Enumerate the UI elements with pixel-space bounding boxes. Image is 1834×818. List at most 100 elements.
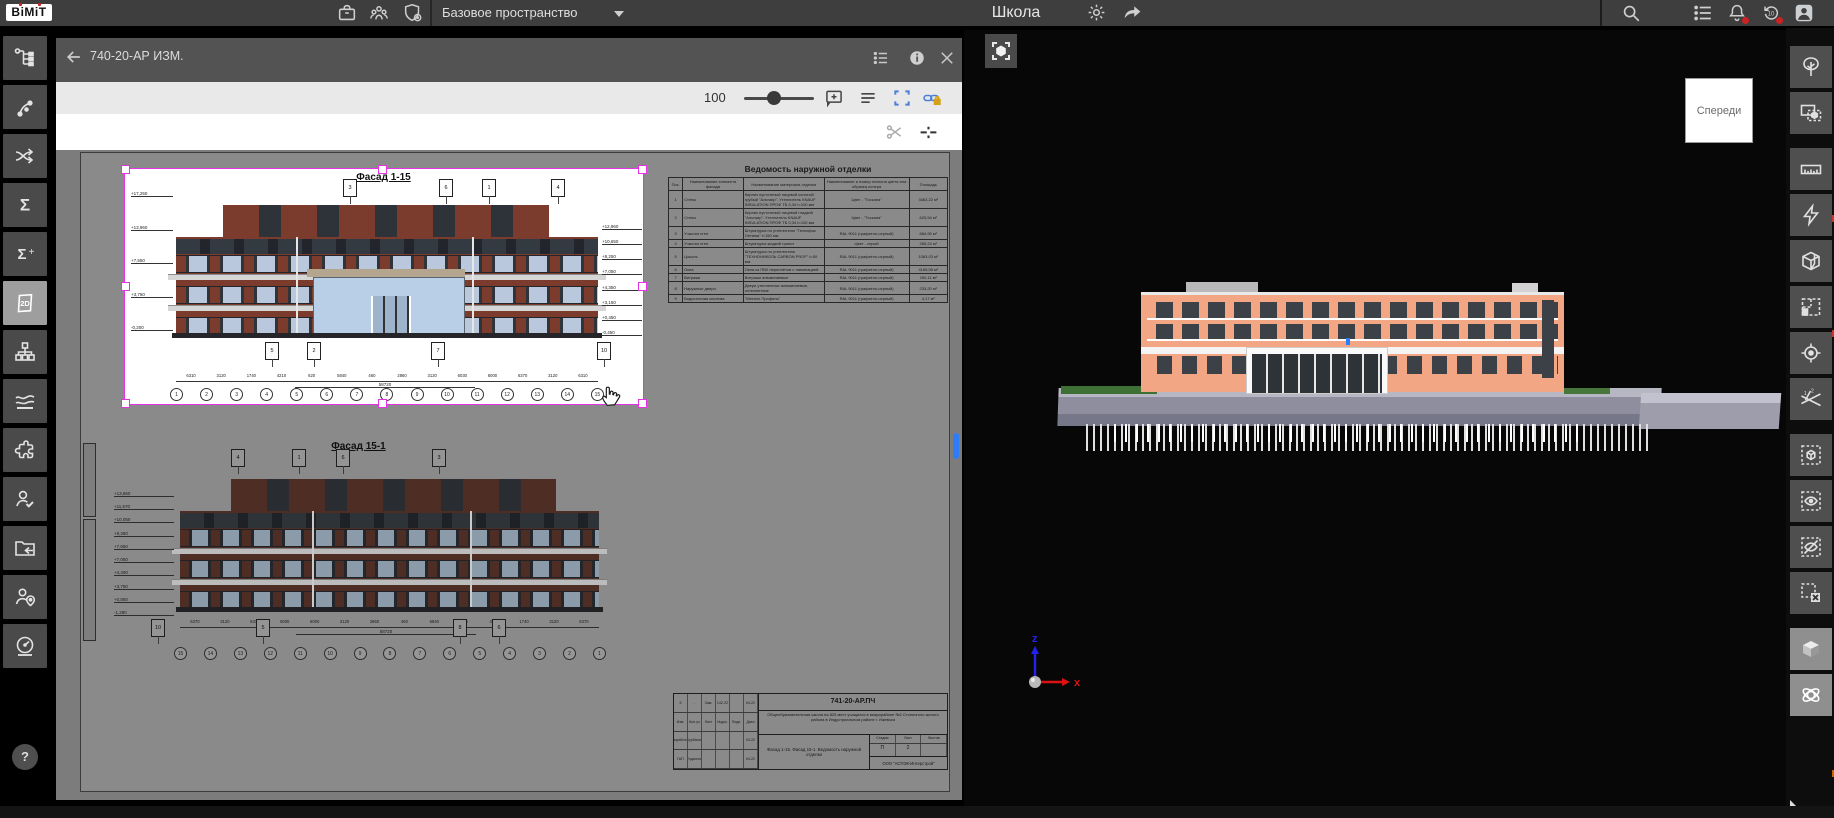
info-icon[interactable]: [908, 49, 926, 67]
tool-flash[interactable]: [1790, 194, 1832, 236]
tool-show[interactable]: [1790, 480, 1832, 522]
sheet-list-icon[interactable]: [872, 49, 890, 67]
bell-icon[interactable]: [1726, 2, 1748, 24]
sidebar-item-sum[interactable]: Σ: [3, 183, 47, 227]
detail-callout: 4: [551, 179, 565, 197]
dimension-value: 460: [357, 373, 387, 381]
close-icon[interactable]: [938, 49, 956, 67]
detail-callout: 10: [151, 619, 165, 637]
table-row: 3Участки стенШтукатурка по утеплителю "Т…: [669, 227, 948, 240]
grid-bubble: 6: [320, 388, 333, 401]
view-orientation-label[interactable]: Спереди: [1685, 78, 1753, 143]
search-icon[interactable]: [1620, 2, 1642, 24]
orbit-icon: [1799, 683, 1823, 707]
tool-orbit[interactable]: [1790, 674, 1832, 716]
tool-ruler[interactable]: [1790, 148, 1832, 190]
add-comment-icon[interactable]: [824, 88, 844, 108]
selection-region[interactable]: Фасад 1-15: [124, 168, 644, 405]
back-icon[interactable]: [64, 47, 84, 67]
viewer-subtoolbar: [56, 114, 962, 150]
sidebar-item-user-check[interactable]: [3, 477, 47, 521]
link-lock-icon[interactable]: [922, 88, 942, 108]
title-block-cell: [730, 732, 744, 750]
selection-handle-nw[interactable]: [121, 165, 130, 174]
grid-bubble: 1: [170, 388, 183, 401]
selection-handle-ne[interactable]: [638, 165, 647, 174]
sidebar-item-sum-plus[interactable]: Σ+: [3, 232, 47, 276]
sidebar-item-gauge[interactable]: [3, 624, 47, 668]
selection-handle-n[interactable]: [378, 165, 387, 174]
table-cell: Цвет - "Тоскана": [824, 191, 909, 209]
team-icon[interactable]: [368, 2, 390, 24]
table-cell: 285,24 м²: [909, 240, 947, 248]
tool-shaded-cube[interactable]: [1790, 628, 1832, 670]
sidebar-item-user-location[interactable]: [3, 575, 47, 619]
stage-value: П: [870, 744, 896, 756]
fit-screen-icon[interactable]: [892, 88, 912, 108]
detail-callout: 8: [453, 619, 467, 637]
viewer-scrollbar-thumb[interactable]: [953, 433, 959, 459]
chevron-down-icon[interactable]: [614, 11, 624, 17]
sidebar-item-structure-tree[interactable]: [3, 36, 47, 80]
dimension-value: 3120: [417, 373, 447, 381]
selection-handle-e[interactable]: [638, 282, 647, 291]
grid-bubble: 12: [501, 388, 514, 401]
document-title: 740-20-АР ИЗМ.: [90, 38, 184, 75]
title-block-cell: [730, 750, 744, 768]
sidebar-item-folder-import[interactable]: [3, 526, 47, 570]
briefcase-icon[interactable]: [336, 2, 358, 24]
zoom-level[interactable]: 100: [704, 82, 726, 114]
tool-clear-selection[interactable]: [1790, 572, 1832, 614]
table-row: 9Водосточная система"Металл Профиль"RAL …: [669, 295, 948, 303]
elevation-mark: +0,850: [114, 597, 174, 603]
tool-nature[interactable]: [1790, 46, 1832, 88]
title-block-cell: Дата: [744, 713, 758, 731]
tool-grid-axes[interactable]: 12: [1790, 378, 1832, 420]
sidebar-item-connections[interactable]: [3, 85, 47, 129]
sidebar-item-plugins[interactable]: [3, 428, 47, 472]
selection-handle-sw[interactable]: [121, 399, 130, 408]
sidebar-item-view-2d[interactable]: 2D: [3, 281, 47, 325]
help-button[interactable]: ?: [12, 744, 38, 770]
sidebar-item-org-chart[interactable]: [3, 330, 47, 374]
tool-section-cube[interactable]: [1790, 240, 1832, 282]
zoom-slider[interactable]: [744, 97, 814, 100]
account-icon[interactable]: [1793, 2, 1815, 24]
selection-handle-se[interactable]: [638, 399, 647, 408]
workspace-selector[interactable]: Базовое пространство: [442, 0, 578, 26]
right-sidebar: 12: [1786, 28, 1834, 818]
zoom-slider-thumb[interactable]: [767, 91, 781, 105]
title-block-cell: 04.22: [744, 694, 758, 712]
layers-menu-icon[interactable]: [858, 88, 878, 108]
table-header: Площадь: [909, 178, 947, 191]
share-icon[interactable]: [1122, 2, 1144, 24]
table-cell: 3: [669, 227, 683, 240]
list-menu-icon[interactable]: [1692, 2, 1714, 24]
scissors-icon[interactable]: [884, 122, 904, 142]
gear-icon[interactable]: [1086, 2, 1108, 24]
facade2-dimensions: 6370312063706000600031202860460584062042…: [180, 619, 599, 628]
sidebar-item-trends[interactable]: [3, 379, 47, 423]
viewport-3d[interactable]: Спереди z x: [964, 30, 1786, 806]
document-canvas[interactable]: Фасад 15-1 +13,: [56, 150, 962, 800]
section-crosshair-icon[interactable]: [918, 121, 938, 141]
tool-overlap-select[interactable]: [1790, 92, 1832, 134]
finishing-table: Ведомость наружной отделки Поз.Наименова…: [668, 164, 948, 342]
selection-handle-s[interactable]: [378, 399, 387, 408]
elevation-mark: +10,050: [114, 517, 174, 523]
sidebar-item-shuffle[interactable]: [3, 134, 47, 178]
logo-accent-dot: [19, 3, 22, 6]
tool-isolate[interactable]: [1790, 434, 1832, 476]
history-icon[interactable]: 10: [1760, 2, 1782, 24]
tool-locate[interactable]: [1790, 332, 1832, 374]
facade-1-15-drawing: Фасад 1-15: [125, 169, 642, 403]
capture-viewpoint-button[interactable]: [985, 34, 1017, 68]
tool-floorplan[interactable]: [1790, 286, 1832, 328]
table-cell: 4165,05 м²: [909, 266, 947, 274]
selection-handle-w[interactable]: [121, 282, 130, 291]
svg-text:Σ: Σ: [17, 246, 26, 263]
detail-callout: 4: [231, 449, 245, 467]
bimit-logo[interactable]: BiMiT: [6, 4, 52, 21]
shield-access-icon[interactable]: [402, 2, 424, 24]
tool-hide[interactable]: [1790, 526, 1832, 568]
